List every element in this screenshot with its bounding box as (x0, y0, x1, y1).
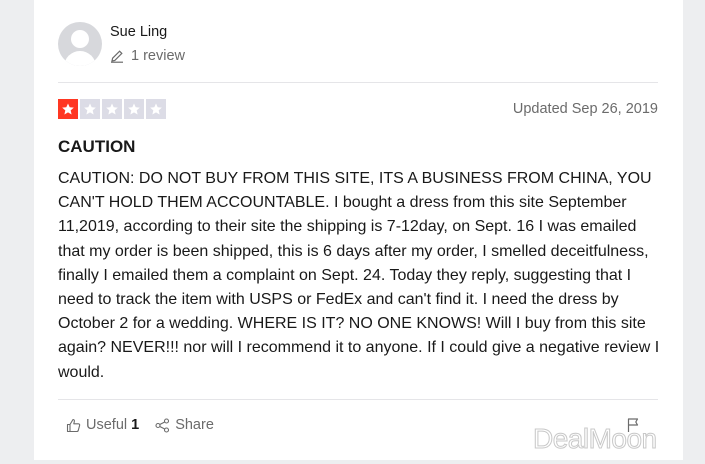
share-label: Share (175, 417, 214, 433)
pencil-icon (111, 50, 123, 63)
review-date: Updated Sep 26, 2019 (512, 101, 658, 117)
star-icon (58, 99, 78, 119)
watermark: DealMoon (533, 423, 658, 455)
review-body: CAUTION: DO NOT BUY FROM THIS SITE, ITS … (58, 170, 660, 381)
useful-count: 1 (131, 417, 140, 433)
useful-button[interactable]: Useful 1 (66, 417, 139, 433)
star-icon (102, 99, 122, 119)
avatar-shoulders (64, 51, 96, 66)
avatar[interactable] (58, 22, 102, 66)
star-icon (146, 99, 166, 119)
review-count: 1 review (110, 48, 185, 64)
review-actions: Useful 1 Share (66, 417, 230, 433)
avatar-head (71, 30, 89, 48)
reviewer-name[interactable]: Sue Ling (110, 24, 167, 40)
star-icon (124, 99, 144, 119)
star-icon (80, 99, 100, 119)
share-icon (155, 417, 170, 433)
share-button[interactable]: Share (155, 417, 214, 433)
footer-divider (58, 399, 658, 400)
thumbs-up-icon (66, 418, 81, 432)
header-divider (58, 82, 658, 83)
useful-label: Useful (86, 417, 128, 433)
review-title: CAUTION (58, 137, 136, 156)
review-card: Sue Ling 1 review Updated Sep 26, 2019 C… (34, 0, 683, 460)
review-count-label: 1 review (131, 48, 185, 64)
star-rating (58, 99, 168, 119)
